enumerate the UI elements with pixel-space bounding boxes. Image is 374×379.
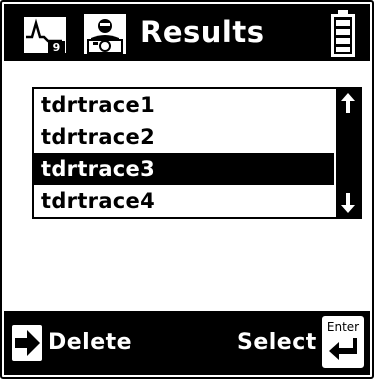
enter-key-icon[interactable]: Enter	[322, 316, 364, 368]
right-arrow-icon	[15, 330, 40, 356]
enter-arrow-icon	[329, 338, 357, 360]
device-screen: 9 Results tdrtrace1 tdrtrace2 tdrtrace3	[0, 0, 374, 379]
select-button[interactable]: Select	[237, 326, 317, 360]
trace-icon[interactable]: 9	[22, 15, 68, 55]
list-items: tdrtrace1 tdrtrace2 tdrtrace3 tdrtrace4	[34, 89, 334, 217]
arrow-up-icon[interactable]	[339, 92, 357, 114]
trace-icon-digit: 9	[53, 41, 61, 54]
arrow-down-icon[interactable]	[339, 192, 357, 214]
battery-icon	[331, 10, 355, 57]
enter-key-label: Enter	[326, 320, 360, 334]
list-item-tdrtrace4[interactable]: tdrtrace4	[34, 185, 334, 217]
page-title: Results	[140, 15, 265, 49]
list-item-tdrtrace3-selected[interactable]: tdrtrace3	[34, 153, 334, 185]
camera-icon[interactable]	[82, 12, 128, 56]
list-item-tdrtrace1[interactable]: tdrtrace1	[34, 89, 334, 121]
delete-key[interactable]	[12, 325, 42, 361]
list-scrollbar[interactable]	[336, 89, 360, 217]
results-list[interactable]: tdrtrace1 tdrtrace2 tdrtrace3 tdrtrace4	[32, 87, 362, 219]
list-item-tdrtrace2[interactable]: tdrtrace2	[34, 121, 334, 153]
delete-button[interactable]: Delete	[48, 326, 132, 360]
header-bar: 9 Results	[4, 4, 370, 61]
softkey-bar: Delete Select Enter	[4, 311, 370, 375]
